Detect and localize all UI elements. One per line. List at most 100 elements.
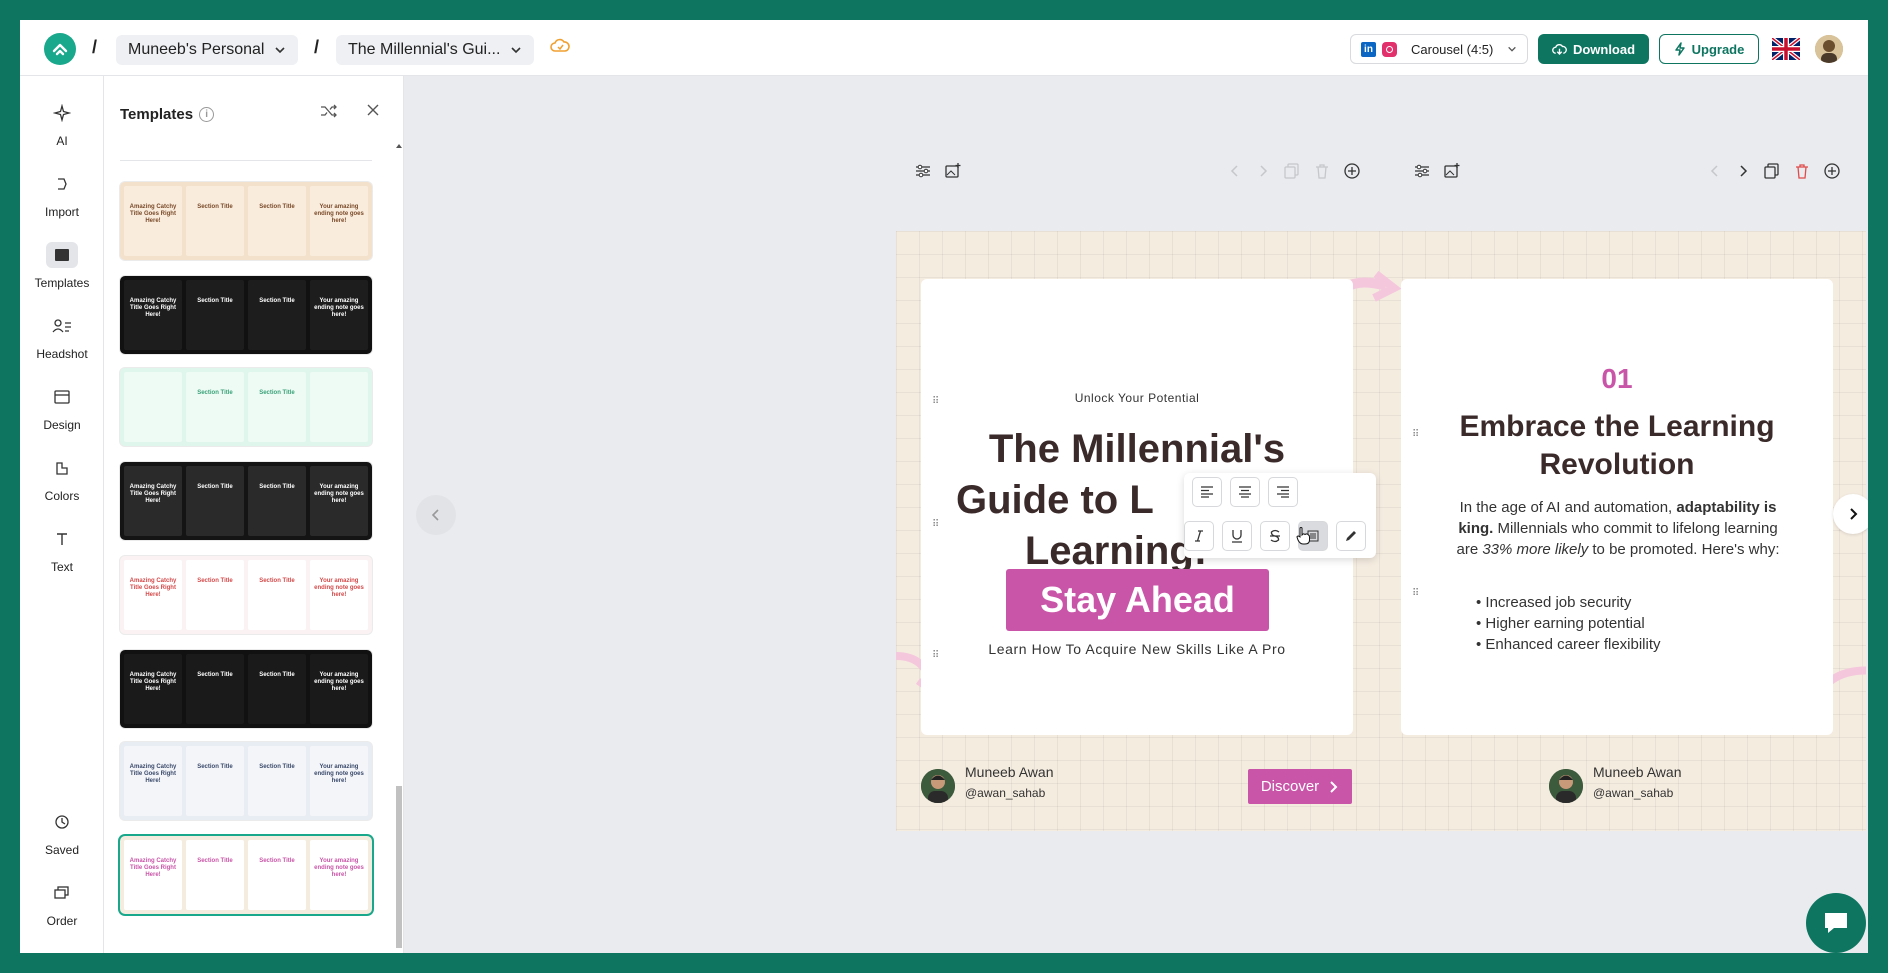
uk-flag-icon[interactable] bbox=[1772, 38, 1800, 60]
template-page: Section Title bbox=[248, 560, 306, 630]
author-handle: @awan_sahab bbox=[965, 786, 1046, 800]
template-thumbnail[interactable]: Amazing Catchy Title Goes Right Here! Sec… bbox=[120, 556, 372, 634]
strikethrough-button[interactable] bbox=[1260, 521, 1290, 551]
info-icon[interactable]: i bbox=[199, 107, 215, 122]
drag-handle[interactable] bbox=[1412, 583, 1420, 595]
template-thumbnail[interactable]: Amazing Catchy Title Goes Right Here! Sec… bbox=[120, 276, 372, 354]
align-left-button[interactable] bbox=[1192, 477, 1222, 507]
upgrade-button[interactable]: Upgrade bbox=[1659, 34, 1759, 64]
download-button[interactable]: Download bbox=[1538, 34, 1649, 64]
template-page: Your amazing ending note goes here! bbox=[310, 466, 368, 536]
rail-item-design[interactable]: Design bbox=[20, 384, 104, 432]
duplicate-icon[interactable] bbox=[1764, 163, 1780, 179]
template-page: Section Title bbox=[248, 186, 306, 256]
bullet-item[interactable]: • Increased job security bbox=[1476, 592, 1631, 613]
cloud-sync-icon[interactable] bbox=[550, 38, 570, 59]
move-left-icon[interactable] bbox=[1708, 164, 1722, 178]
add-image-icon[interactable] bbox=[945, 163, 961, 179]
template-page: Section Title bbox=[186, 654, 244, 724]
template-sample-text: Section Title bbox=[197, 764, 233, 770]
duplicate-icon[interactable] bbox=[1284, 163, 1300, 179]
adjust-icon[interactable] bbox=[1414, 163, 1430, 179]
move-right-icon[interactable] bbox=[1736, 164, 1750, 178]
bullet-item[interactable]: • Higher earning potential bbox=[1476, 613, 1645, 634]
add-image-icon[interactable] bbox=[1444, 163, 1460, 179]
template-page: Amazing Catchy Title Goes Right Here! bbox=[124, 186, 182, 256]
rail-item-headshot[interactable]: Headshot bbox=[20, 313, 104, 361]
template-thumbnail[interactable]: Amazing Catchy Title Goes Right Here! Sec… bbox=[120, 462, 372, 540]
template-page: Section Title bbox=[186, 746, 244, 816]
add-slide-icon[interactable] bbox=[1344, 163, 1360, 179]
rail-item-order[interactable]: Order bbox=[20, 880, 104, 928]
template-page: Your amazing ending note goes here! bbox=[310, 280, 368, 350]
scrollbar-thumb[interactable] bbox=[396, 786, 402, 948]
top-bar: / Muneeb's Personal / The Millennial's G… bbox=[20, 20, 1868, 76]
template-page: Section Title bbox=[248, 466, 306, 536]
align-center-button[interactable] bbox=[1230, 477, 1260, 507]
trash-icon[interactable] bbox=[1314, 163, 1330, 179]
underline-button[interactable] bbox=[1222, 521, 1252, 551]
template-thumbnail[interactable]: Amazing Catchy Title Goes Right Here! Sec… bbox=[120, 742, 372, 820]
slide-number[interactable]: 01 bbox=[1401, 363, 1833, 395]
template-sample-text: Your amazing ending note goes here! bbox=[314, 858, 364, 878]
slide2-title-line-2[interactable]: Revolution bbox=[1401, 446, 1833, 484]
chat-support-button[interactable] bbox=[1806, 893, 1866, 953]
trash-icon[interactable] bbox=[1794, 163, 1810, 179]
chevron-down-icon bbox=[1508, 46, 1516, 52]
next-slide-button[interactable] bbox=[1833, 494, 1868, 534]
rail-item-saved[interactable]: Saved bbox=[20, 809, 104, 857]
slide2-body[interactable]: In the age of AI and automation, adaptab… bbox=[1448, 497, 1788, 560]
highlight-pill[interactable]: Stay Ahead bbox=[1006, 569, 1269, 631]
prev-slide-button[interactable] bbox=[416, 495, 456, 535]
headshot-icon bbox=[46, 313, 78, 339]
rail-item-templates[interactable]: Templates bbox=[20, 242, 104, 290]
template-thumbnail[interactable]: Section Title Section Title bbox=[120, 368, 372, 446]
template-page: Amazing Catchy Title Goes Right Here! bbox=[124, 560, 182, 630]
scroll-up-icon[interactable] bbox=[394, 142, 404, 150]
template-thumbnail[interactable]: Amazing Catchy Title Goes Right Here! Sec… bbox=[120, 650, 372, 728]
rail-item-import[interactable]: Import bbox=[20, 171, 104, 219]
template-page: Section Title bbox=[186, 372, 244, 442]
author-avatar bbox=[921, 769, 955, 803]
app-logo[interactable] bbox=[44, 33, 76, 65]
template-sample-text: Section Title bbox=[259, 298, 295, 304]
bullet-item[interactable]: • Enhanced career flexibility bbox=[1476, 634, 1661, 655]
rail-label: Import bbox=[44, 205, 79, 219]
move-left-icon[interactable] bbox=[1228, 164, 1242, 178]
shuffle-icon[interactable] bbox=[320, 103, 338, 124]
adjust-icon[interactable] bbox=[915, 163, 931, 179]
close-icon[interactable] bbox=[366, 103, 380, 122]
slide-subtitle[interactable]: Learn How To Acquire New Skills Like A P… bbox=[921, 641, 1353, 657]
rail-label: Order bbox=[46, 914, 78, 928]
bullet-text: Higher earning potential bbox=[1485, 615, 1645, 632]
rail-item-colors[interactable]: Colors bbox=[20, 455, 104, 503]
format-select[interactable]: in Carousel (4:5) bbox=[1350, 34, 1528, 64]
slide1-toolbar bbox=[915, 163, 961, 179]
discover-button[interactable]: Discover bbox=[1248, 769, 1352, 804]
template-sample-text: Section Title bbox=[197, 858, 233, 864]
rail-label: Colors bbox=[44, 489, 80, 503]
align-right-button[interactable] bbox=[1268, 477, 1298, 507]
user-avatar[interactable] bbox=[1815, 35, 1843, 63]
template-sample-text: Section Title bbox=[259, 764, 295, 770]
slide2-title-line-1[interactable]: Embrace the Learning bbox=[1401, 408, 1833, 446]
slide-eyebrow[interactable]: Unlock Your Potential bbox=[921, 391, 1353, 405]
rail-item-text[interactable]: Text bbox=[20, 526, 104, 574]
author-name: Muneeb Awan bbox=[1593, 764, 1682, 780]
rail-item-ai[interactable]: AI bbox=[20, 100, 104, 148]
template-page: Amazing Catchy Title Goes Right Here! bbox=[124, 840, 182, 910]
template-thumbnail[interactable]: Amazing Catchy Title Goes Right Here! Sec… bbox=[120, 836, 372, 914]
move-right-icon[interactable] bbox=[1256, 164, 1270, 178]
italic-button[interactable] bbox=[1184, 521, 1214, 551]
upgrade-label: Upgrade bbox=[1691, 41, 1745, 57]
color-pen-button[interactable] bbox=[1336, 521, 1366, 551]
add-slide-icon[interactable] bbox=[1824, 163, 1840, 179]
workspace-dropdown[interactable]: Muneeb's Personal bbox=[116, 35, 299, 65]
document-dropdown[interactable]: The Millennial's Gui... bbox=[336, 35, 535, 65]
template-thumbnail[interactable]: Amazing Catchy Title Goes Right Here! Sec… bbox=[120, 182, 372, 260]
template-page: Your amazing ending note goes here! bbox=[310, 654, 368, 724]
slide-title-line-1[interactable]: The Millennial's bbox=[921, 424, 1353, 475]
template-sample-text: Section Title bbox=[259, 390, 295, 396]
strikethrough-icon bbox=[1270, 529, 1280, 543]
slide2-toolbar bbox=[1414, 163, 1460, 179]
